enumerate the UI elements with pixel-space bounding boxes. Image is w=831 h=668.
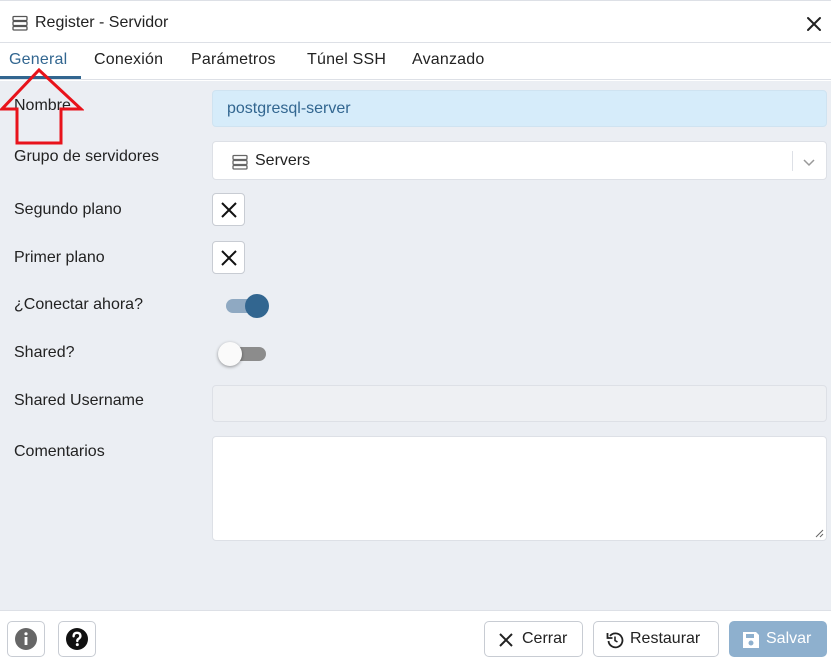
dialog-titlebar[interactable]: Register - Servidor xyxy=(0,5,831,43)
server-group-label: Grupo de servidores xyxy=(14,148,159,165)
connect-now-label: ¿Conectar ahora? xyxy=(14,296,143,313)
register-server-dialog: Register - Servidor General Conexión Par… xyxy=(0,0,831,668)
general-tab-panel: Nombre postgresql-server Grupo de servid… xyxy=(0,81,831,610)
close-button-label: Cerrar xyxy=(522,630,568,647)
background-label: Segundo plano xyxy=(14,201,122,218)
help-icon xyxy=(66,628,88,650)
server-group-value: Servers xyxy=(255,152,311,169)
toggle-knob xyxy=(218,342,242,366)
info-icon xyxy=(15,628,37,650)
x-mark-icon xyxy=(221,250,237,266)
save-button-label: Salvar xyxy=(766,630,812,647)
foreground-checkbox[interactable] xyxy=(212,241,245,274)
shared-username-label: Shared Username xyxy=(14,392,144,409)
comments-textarea[interactable] xyxy=(212,436,827,541)
resize-grip-icon[interactable] xyxy=(814,528,824,538)
x-mark-icon xyxy=(221,202,237,218)
tab-connection[interactable]: Conexión xyxy=(94,51,163,69)
tab-bar: General Conexión Parámetros Túnel SSH Av… xyxy=(0,43,831,80)
shared-label: Shared? xyxy=(14,344,75,361)
save-button[interactable]: Salvar xyxy=(729,621,827,657)
close-icon xyxy=(499,633,513,647)
reset-button[interactable]: Restaurar xyxy=(593,621,719,657)
server-group-icon xyxy=(232,154,248,170)
tab-parameters[interactable]: Parámetros xyxy=(191,51,276,69)
help-button[interactable] xyxy=(58,621,96,657)
foreground-label: Primer plano xyxy=(14,249,105,266)
toggle-knob xyxy=(245,294,269,318)
info-button[interactable] xyxy=(7,621,45,657)
close-icon[interactable] xyxy=(803,13,825,35)
server-group-select[interactable]: Servers xyxy=(212,141,827,180)
server-icon xyxy=(12,15,28,31)
background-checkbox[interactable] xyxy=(212,193,245,226)
comments-label: Comentarios xyxy=(14,443,105,460)
shared-toggle[interactable] xyxy=(218,341,270,367)
name-field[interactable]: postgresql-server xyxy=(212,90,827,127)
tab-advanced[interactable]: Avanzado xyxy=(412,51,484,69)
name-value: postgresql-server xyxy=(227,100,351,117)
annotation-arrow-icon xyxy=(0,67,84,145)
save-icon xyxy=(743,632,759,648)
reset-button-label: Restaurar xyxy=(630,630,701,647)
shared-username-field[interactable] xyxy=(212,385,827,422)
tab-ssh-tunnel[interactable]: Túnel SSH xyxy=(307,51,386,69)
chevron-down-icon[interactable] xyxy=(801,154,817,170)
dialog-footer: Cerrar Restaurar Salvar xyxy=(0,610,831,668)
select-separator xyxy=(792,151,793,171)
dialog-title: Register - Servidor xyxy=(35,14,169,31)
restore-icon xyxy=(606,632,624,649)
connect-now-toggle[interactable] xyxy=(222,293,270,319)
close-button[interactable]: Cerrar xyxy=(484,621,583,657)
